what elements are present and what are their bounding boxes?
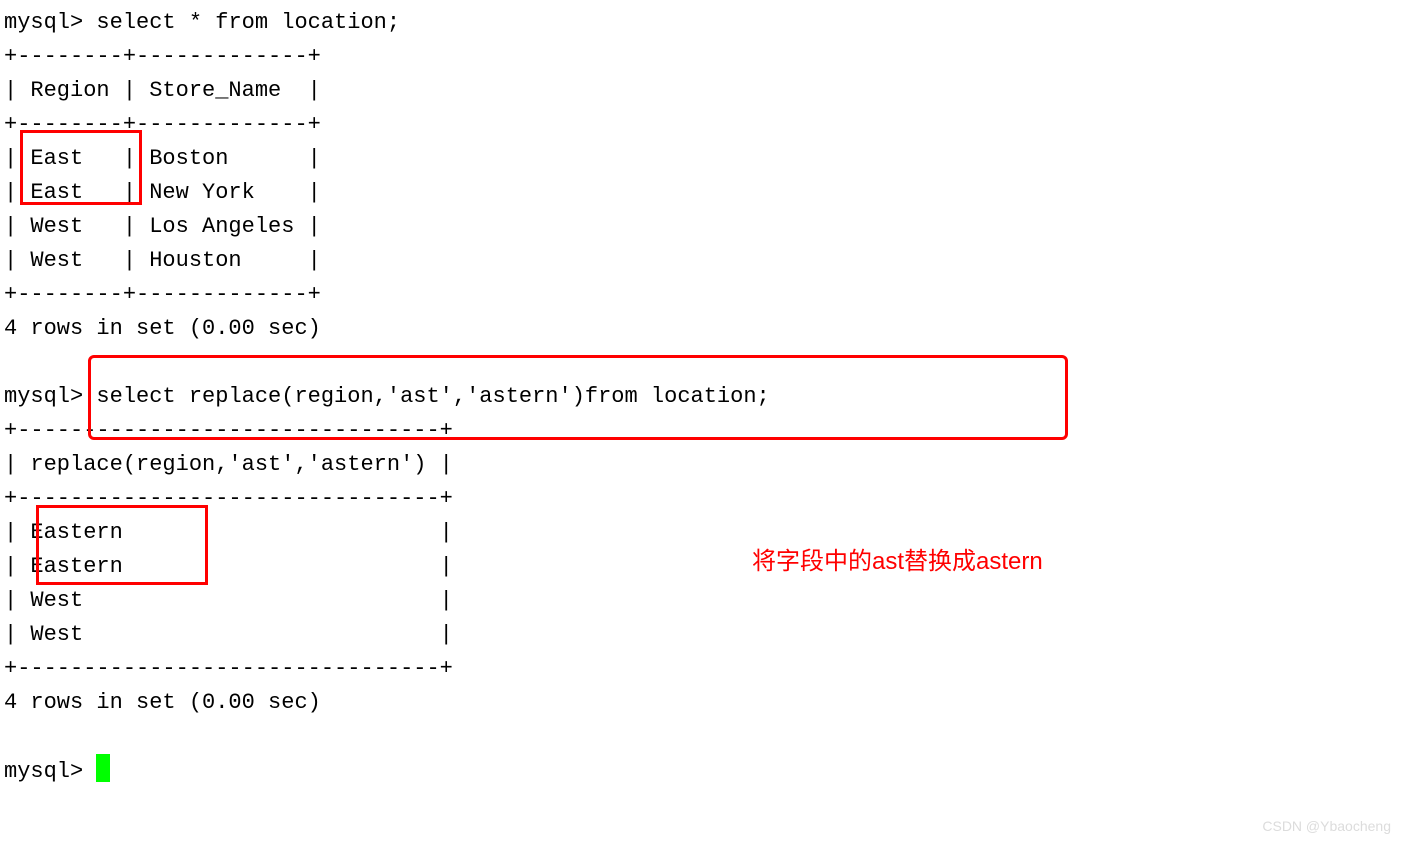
table2-row: | Eastern | (4, 554, 453, 579)
prompt: mysql> (4, 10, 83, 35)
sql-command-1: select * from location; (96, 10, 400, 35)
query2-summary: 4 rows in set (0.00 sec) (4, 690, 321, 715)
table2-border-top: +--------------------------------+ (4, 418, 453, 443)
table1-row: | West | Houston | (4, 248, 321, 273)
table2-row: | West | (4, 588, 453, 613)
table1-border-mid: +--------+-------------+ (4, 112, 321, 137)
table2-row: | Eastern | (4, 520, 453, 545)
table1-row: | East | New York | (4, 180, 321, 205)
table1-row: | East | Boston | (4, 146, 321, 171)
table2-border-mid: +--------------------------------+ (4, 486, 453, 511)
watermark: CSDN @Ybaocheng (1262, 809, 1391, 843)
table2-row: | West | (4, 622, 453, 647)
table2-header: | replace(region,'ast','astern') | (4, 452, 453, 477)
annotation-text: 将字段中的ast替换成astern (752, 545, 1043, 579)
table1-border-bot: +--------+-------------+ (4, 282, 321, 307)
query1-summary: 4 rows in set (0.00 sec) (4, 316, 321, 341)
table1-row: | West | Los Angeles | (4, 214, 321, 239)
prompt[interactable]: mysql> (4, 759, 83, 784)
table1-border-top: +--------+-------------+ (4, 44, 321, 69)
prompt: mysql> (4, 384, 83, 409)
sql-command-2: select replace(region,'ast','astern')fro… (96, 384, 769, 409)
terminal-output: mysql> select * from location; +--------… (4, 6, 1401, 789)
cursor-icon[interactable] (96, 754, 110, 782)
table2-border-bot: +--------------------------------+ (4, 656, 453, 681)
table1-header: | Region | Store_Name | (4, 78, 321, 103)
